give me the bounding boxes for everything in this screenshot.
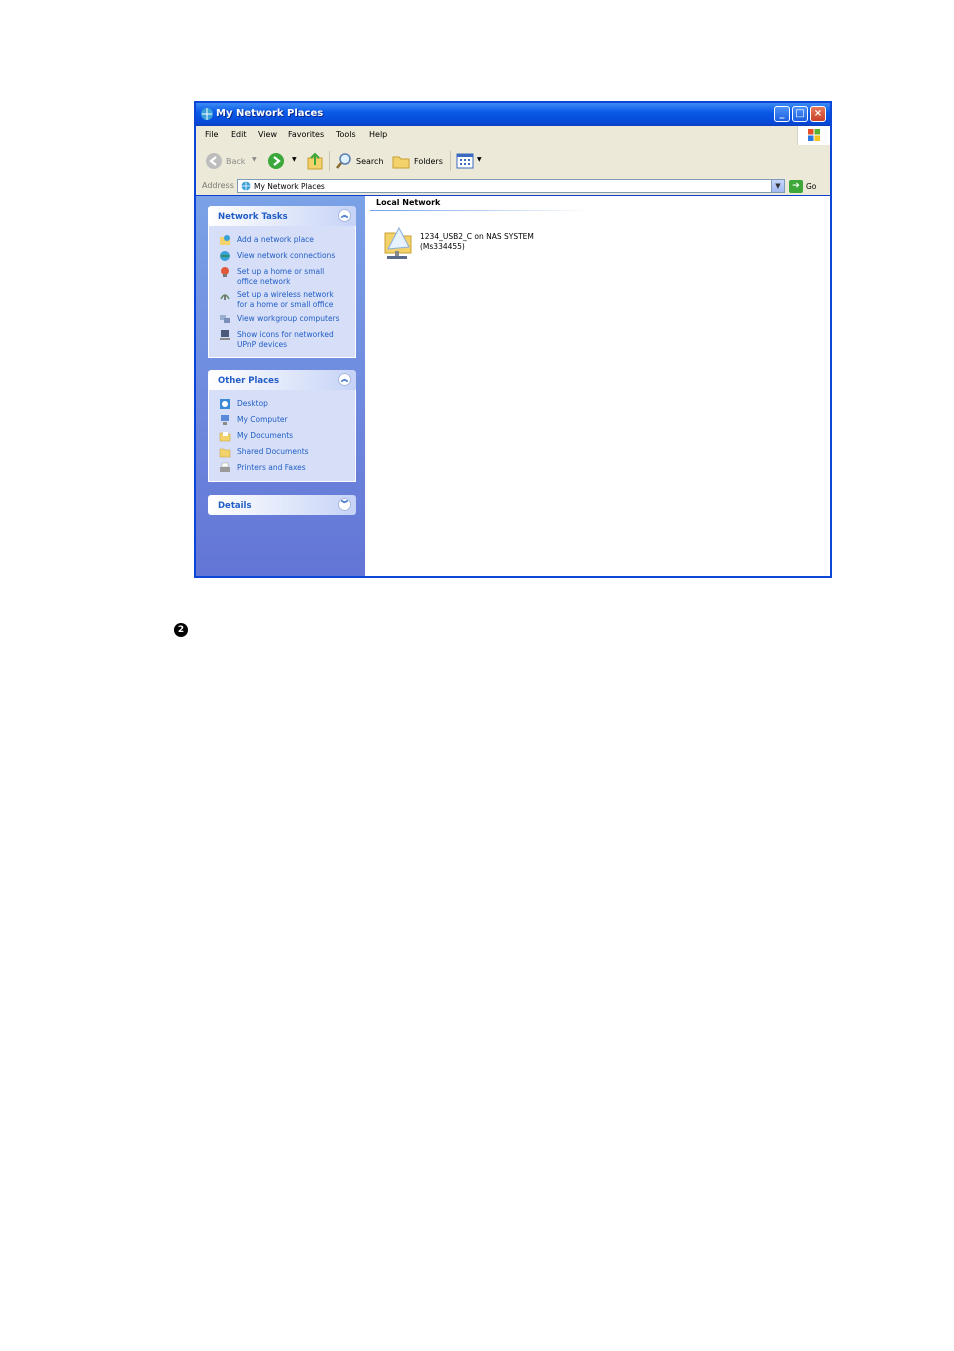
network-connections-icon (220, 251, 230, 261)
chevron-down-icon[interactable]: ▼ (771, 180, 784, 192)
my-computer-icon (221, 415, 229, 425)
network-places-icon (201, 108, 213, 120)
forward-dropdown-icon[interactable]: ▼ (292, 156, 297, 163)
menu-view[interactable]: View (258, 130, 277, 139)
explorer-window: My Network Places _ □ × File Edit View F… (194, 101, 832, 578)
address-bar: Address My Network Places ▼ ➔ Go (196, 177, 830, 195)
toolbar: Back ▼ ▼ Search Folders ▼ (196, 145, 830, 178)
home-network-icon (221, 267, 229, 277)
title-bar[interactable]: My Network Places _ □ × (196, 103, 830, 126)
task-pane: Network Tasks ︽ Add a network place View… (196, 196, 365, 576)
back-dropdown-icon[interactable]: ▼ (252, 156, 257, 163)
menu-edit[interactable]: Edit (231, 130, 247, 139)
forward-arrow-icon[interactable] (267, 152, 285, 170)
folders-icon[interactable] (392, 152, 410, 170)
network-tasks-body: Add a network place View network connect… (208, 226, 356, 358)
other-places-title: Other Places (218, 376, 279, 386)
search-icon[interactable] (335, 151, 353, 171)
other-places-body: Desktop My Computer My Documents Shared … (208, 390, 356, 482)
windows-logo (797, 126, 830, 145)
details-panel: Details ︾ (208, 495, 356, 515)
maximize-button[interactable]: □ (792, 106, 808, 122)
address-field[interactable]: My Network Places ▼ (237, 179, 785, 193)
step-number-badge: 2 (174, 623, 188, 637)
my-documents-icon (219, 432, 231, 442)
upnp-icon (220, 330, 230, 340)
menu-tools[interactable]: Tools (336, 130, 356, 139)
address-label: Address (202, 181, 234, 190)
printers-icon (220, 462, 230, 472)
details-title: Details (218, 501, 252, 511)
toolbar-separator (450, 151, 451, 171)
group-divider (370, 210, 590, 211)
other-places-header[interactable]: Other Places ︽ (208, 370, 356, 390)
minimize-button[interactable]: _ (774, 106, 790, 122)
shared-documents-icon (219, 448, 231, 458)
add-network-place-icon (220, 235, 230, 245)
search-button[interactable]: Search (356, 157, 383, 166)
folders-button[interactable]: Folders (414, 157, 443, 166)
network-places-icon (241, 181, 251, 191)
toolbar-separator (329, 151, 330, 171)
details-header[interactable]: Details ︾ (208, 495, 356, 515)
wireless-network-icon (220, 294, 230, 300)
network-tasks-panel: Network Tasks ︽ Add a network place View… (208, 206, 356, 358)
expand-chevron-icon[interactable]: ︾ (338, 498, 351, 511)
network-tasks-title: Network Tasks (218, 212, 288, 222)
network-share-folder-icon (384, 226, 412, 259)
workgroup-icon (220, 315, 230, 323)
collapse-chevron-icon[interactable]: ︽ (338, 209, 351, 222)
close-button[interactable]: × (810, 106, 826, 122)
back-button[interactable]: Back (226, 157, 245, 166)
go-arrow-icon[interactable]: ➔ (789, 180, 803, 193)
address-value: My Network Places (254, 182, 325, 191)
window-title: My Network Places (216, 108, 324, 119)
menu-file[interactable]: File (205, 130, 218, 139)
go-button[interactable]: Go (806, 182, 816, 191)
windows-flag-icon (808, 129, 820, 141)
menu-help[interactable]: Help (369, 130, 387, 139)
desktop-icon (220, 399, 230, 409)
other-places-panel: Other Places ︽ Desktop My Computer My Do… (208, 370, 356, 482)
network-tasks-header[interactable]: Network Tasks ︽ (208, 206, 356, 226)
file-list-area: Local Network 1234_USB2_C on NAS SYSTEM … (365, 196, 830, 576)
menu-favorites[interactable]: Favorites (288, 130, 324, 139)
group-title-local-network: Local Network (376, 198, 441, 207)
collapse-chevron-icon[interactable]: ︽ (338, 373, 351, 386)
network-share-label: 1234_USB2_C on NAS SYSTEM (Ms334455) (420, 232, 534, 251)
views-icon[interactable] (456, 153, 474, 169)
menu-bar: File Edit View Favorites Tools Help (196, 126, 830, 146)
views-dropdown-icon[interactable]: ▼ (477, 156, 482, 163)
up-folder-icon[interactable] (306, 151, 324, 171)
back-arrow-icon[interactable] (205, 152, 223, 170)
